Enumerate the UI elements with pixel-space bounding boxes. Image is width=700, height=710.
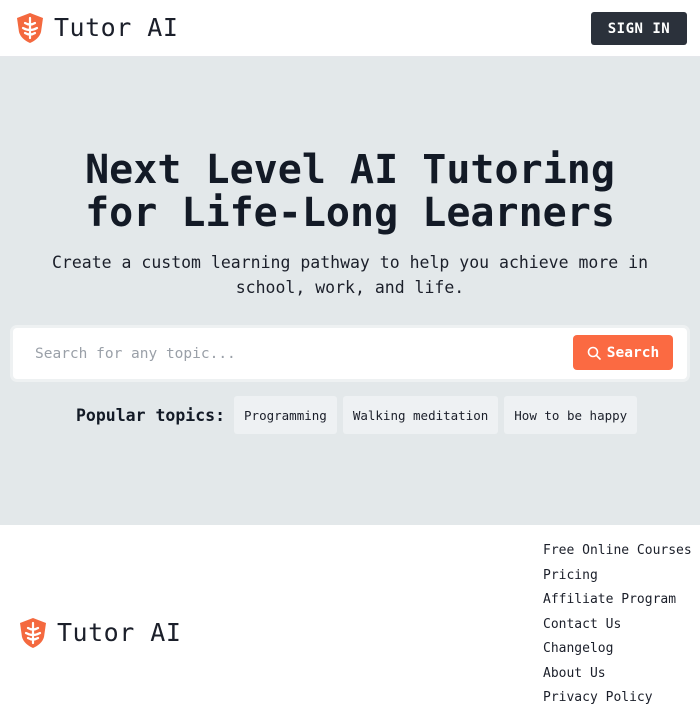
footer-links: Free Online Courses Pricing Affiliate Pr…	[543, 537, 692, 709]
search-button[interactable]: Search	[573, 335, 673, 370]
footer-link-affiliate-program[interactable]: Affiliate Program	[543, 592, 676, 607]
popular-topics-label: Popular topics:	[76, 405, 226, 425]
shield-logo-icon	[20, 618, 46, 648]
hero-subtitle: Create a custom learning pathway to help…	[51, 253, 649, 297]
search-bar: Search	[13, 328, 687, 379]
hero-title: Next Level AI Tutoring for Life-Long Lea…	[0, 149, 700, 235]
footer-link-item: Contact Us	[543, 611, 692, 636]
topic-chip-how-to-be-happy[interactable]: How to be happy	[504, 396, 638, 434]
footer-link-item: About Us	[543, 660, 692, 685]
top-header: Tutor AI SIGN IN	[0, 0, 700, 57]
footer-link-contact-us[interactable]: Contact Us	[543, 617, 621, 632]
footer-link-changelog[interactable]: Changelog	[543, 641, 613, 656]
footer-link-free-online-courses[interactable]: Free Online Courses	[543, 543, 692, 558]
footer-link-item: Changelog	[543, 635, 692, 660]
footer-brand-name: Tutor AI	[57, 618, 182, 647]
footer-link-item: Free Online Courses	[543, 537, 692, 562]
hero-title-line-2: for Life-Long Learners	[85, 190, 615, 236]
shield-logo-icon	[17, 13, 43, 43]
footer-link-item: Privacy Policy	[543, 684, 692, 709]
footer-link-pricing[interactable]: Pricing	[543, 568, 598, 583]
hero-section: Next Level AI Tutoring for Life-Long Lea…	[0, 57, 700, 525]
footer-brand-link[interactable]: Tutor AI	[18, 617, 181, 649]
hero-title-line-1: Next Level AI Tutoring	[85, 147, 615, 193]
search-icon	[587, 346, 601, 360]
footer-link-about-us[interactable]: About Us	[543, 666, 606, 681]
brand-name: Tutor AI	[54, 13, 179, 42]
sign-in-button[interactable]: SIGN IN	[591, 12, 687, 45]
topic-chip-walking-meditation[interactable]: Walking meditation	[342, 396, 499, 434]
search-input[interactable]	[23, 334, 563, 373]
footer-link-item: Affiliate Program	[543, 586, 692, 611]
search-button-label: Search	[606, 344, 660, 361]
topic-chip-programming[interactable]: Programming	[234, 396, 337, 434]
footer-link-privacy-policy[interactable]: Privacy Policy	[543, 690, 653, 705]
brand-logo-link[interactable]: Tutor AI	[15, 12, 178, 44]
footer-link-item: Pricing	[543, 562, 692, 587]
popular-topics: Popular topics: Programming Walking medi…	[76, 396, 643, 434]
